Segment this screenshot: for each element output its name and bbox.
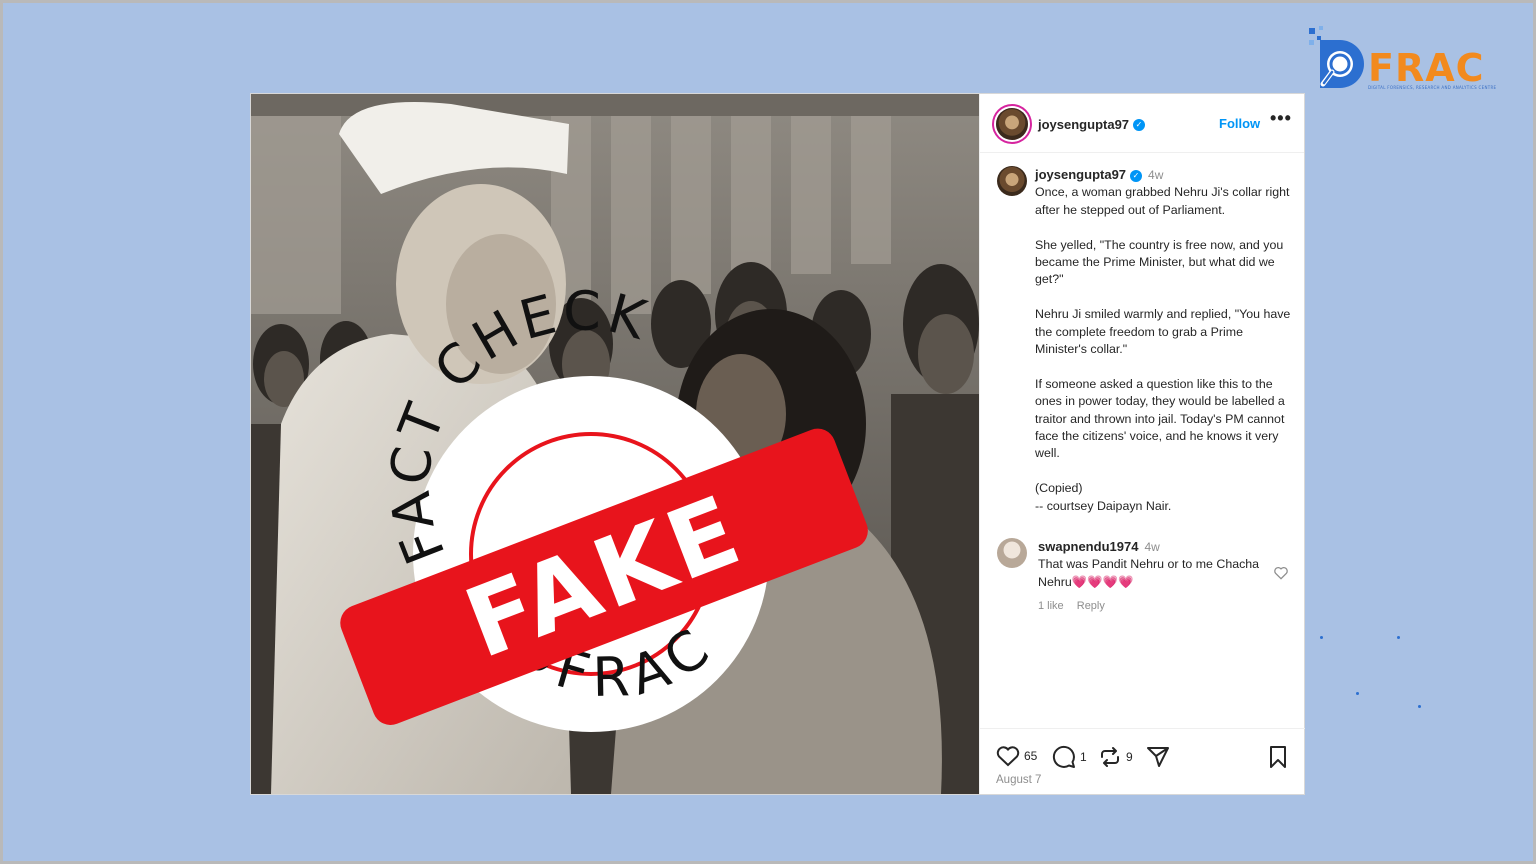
more-options-icon[interactable]: ••• bbox=[1270, 108, 1292, 129]
dfrac-logo-mark bbox=[1309, 26, 1364, 88]
instagram-post: FACT CHECK DFRAC FAKE joysengupta97 ✓ Fol… bbox=[251, 94, 1305, 794]
caption-paragraph: (Copied) -- courtsey Daipayn Nair. bbox=[1035, 481, 1172, 513]
caption-paragraph: Nehru Ji smiled warmly and replied, "You… bbox=[1035, 307, 1291, 357]
verified-icon: ✓ bbox=[1130, 169, 1143, 182]
comments-count: 1 bbox=[1080, 750, 1087, 764]
like-action[interactable]: 65 bbox=[996, 745, 1037, 767]
comment-action[interactable]: 1 bbox=[1052, 745, 1087, 769]
dfrac-logo: FRAC DIGITAL FORENSICS, RESEARCH AND ANA… bbox=[1306, 24, 1496, 96]
share-action[interactable] bbox=[1146, 745, 1170, 769]
heart-icon[interactable] bbox=[996, 745, 1020, 767]
follow-button[interactable]: Follow bbox=[1219, 116, 1260, 131]
commenter-username[interactable]: swapnendu1974 bbox=[1038, 539, 1138, 554]
bookmark-icon[interactable] bbox=[1268, 745, 1288, 769]
post-header: joysengupta97 ✓ Follow ••• bbox=[980, 94, 1304, 153]
caption-paragraph: If someone asked a question like this to… bbox=[1035, 376, 1285, 461]
share-icon[interactable] bbox=[1146, 745, 1170, 769]
likes-count: 65 bbox=[1024, 749, 1038, 763]
post-sidebar: joysengupta97 ✓ Follow ••• joysengupta97 ✓… bbox=[979, 94, 1305, 794]
post-date: August 7 bbox=[996, 774, 1042, 786]
repost-icon[interactable] bbox=[1098, 745, 1122, 769]
comment-likes[interactable]: 1 like bbox=[1038, 600, 1064, 612]
logo-text: FRAC bbox=[1368, 46, 1485, 90]
reply-button[interactable]: Reply bbox=[1077, 600, 1105, 612]
author-name-row: joysengupta97 ✓ bbox=[1038, 116, 1146, 134]
post-photo[interactable]: FACT CHECK DFRAC FAKE bbox=[251, 94, 979, 794]
commenter-avatar[interactable] bbox=[997, 538, 1027, 568]
logo-subtitle: DIGITAL FORENSICS, RESEARCH AND ANALYTIC… bbox=[1368, 85, 1497, 90]
reposts-count: 9 bbox=[1126, 750, 1133, 764]
post-caption: joysengupta97 ✓ 4w Once, a woman grabbed N… bbox=[1035, 166, 1297, 532]
caption-username[interactable]: joysengupta97 bbox=[1035, 167, 1126, 182]
save-action[interactable] bbox=[1268, 745, 1288, 769]
post-actions: 65 1 9 August 7 bbox=[980, 728, 1305, 794]
verified-icon: ✓ bbox=[1133, 118, 1146, 131]
repost-action[interactable]: 9 bbox=[1098, 745, 1133, 769]
author-avatar[interactable] bbox=[996, 108, 1028, 140]
comment-time: 4w bbox=[1144, 540, 1160, 554]
fact-check-stamp: FACT CHECK DFRAC FAKE bbox=[340, 280, 868, 732]
comment-like-icon[interactable] bbox=[1273, 566, 1289, 580]
comment-emoji: 💗💗💗💗 bbox=[1071, 574, 1134, 589]
caption-avatar[interactable] bbox=[997, 166, 1027, 196]
comment-meta: 1 like Reply bbox=[1038, 600, 1105, 612]
caption-paragraph: Once, a woman grabbed Nehru Ji's collar … bbox=[1035, 185, 1290, 217]
comment-icon[interactable] bbox=[1052, 745, 1076, 769]
caption-time: 4w bbox=[1148, 168, 1164, 182]
comment: swapnendu1974 4w That was Pandit Nehru or… bbox=[1038, 538, 1288, 591]
author-username[interactable]: joysengupta97 bbox=[1038, 117, 1129, 132]
caption-paragraph: She yelled, "The country is free now, an… bbox=[1035, 237, 1284, 287]
